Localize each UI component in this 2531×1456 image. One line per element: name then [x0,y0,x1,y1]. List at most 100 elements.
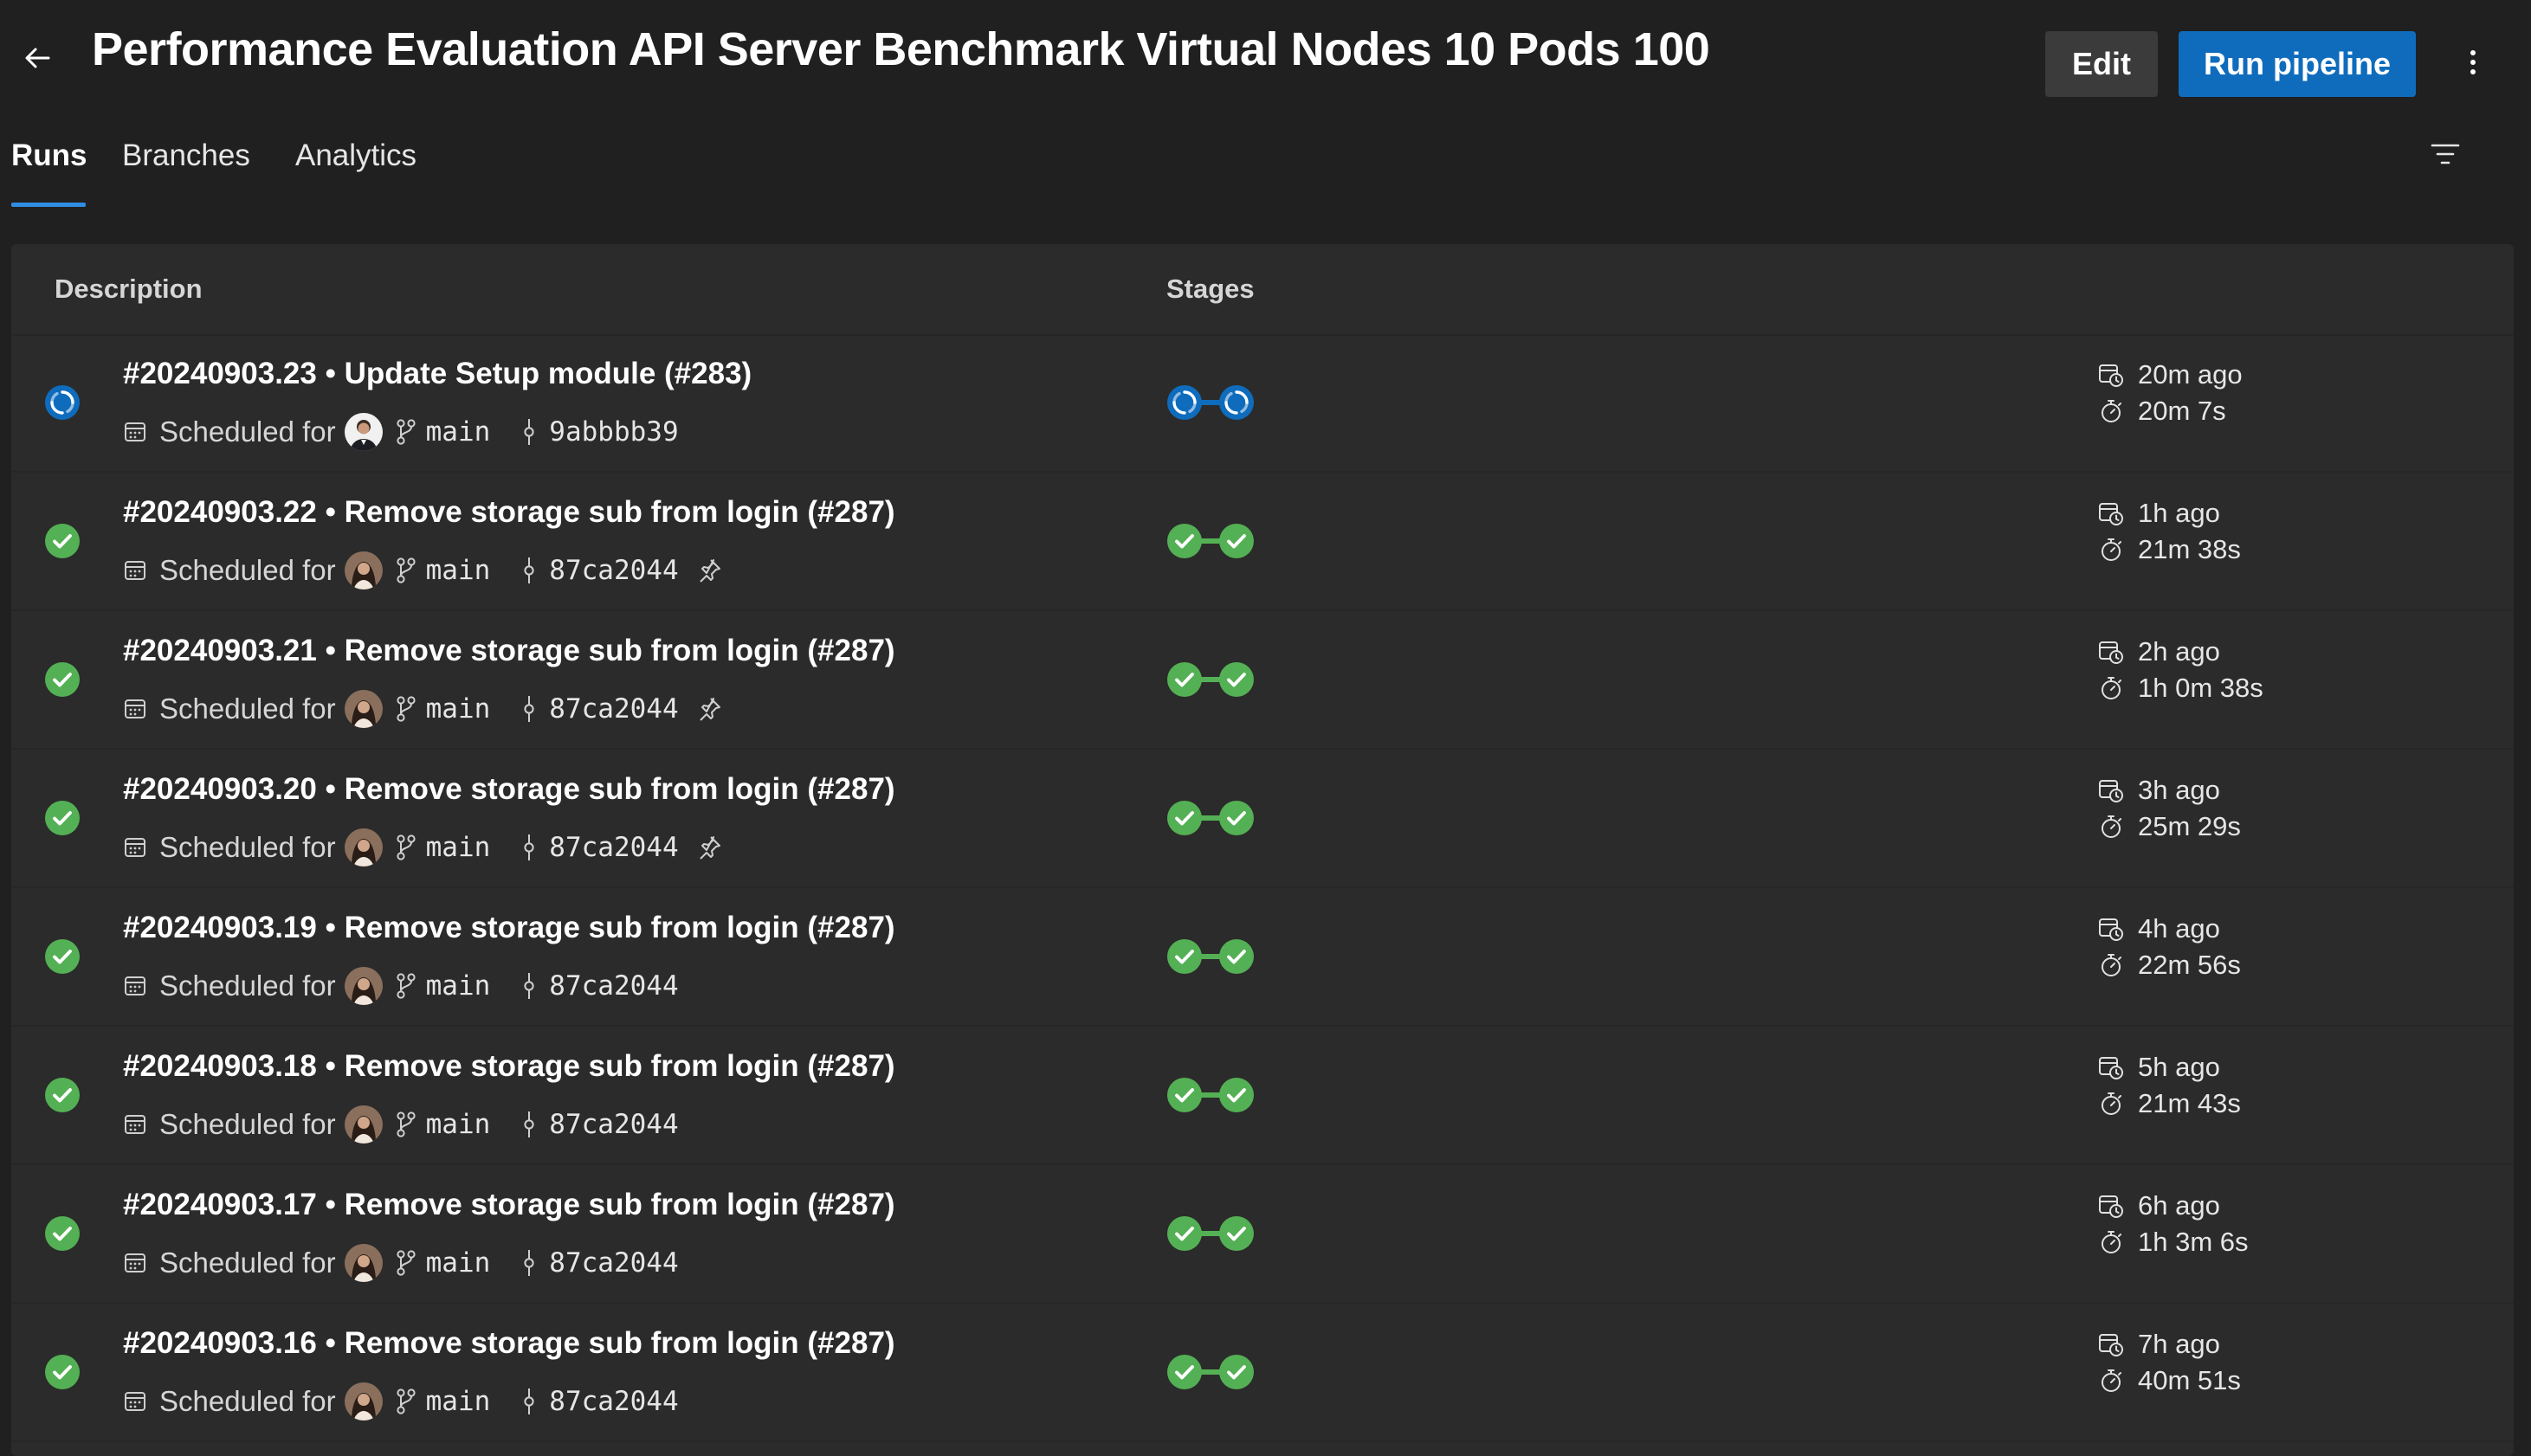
run-times: 5h ago 21m 43s [2098,1049,2241,1122]
run-duration: 21m 43s [2138,1088,2241,1118]
table-row[interactable]: #20240903.21 • Remove storage sub from l… [11,611,2514,750]
tab-runs[interactable]: Runs [11,139,87,173]
commit-hash[interactable]: 87ca2044 [549,1247,678,1279]
avatar [344,413,383,451]
commit-hash[interactable]: 9abbbb39 [549,416,678,448]
commit-hash[interactable]: 87ca2044 [549,1386,678,1417]
stopwatch-icon [2098,1091,2129,1117]
branch-name[interactable]: main [426,1109,491,1140]
branch-name[interactable]: main [426,1386,491,1417]
run-title[interactable]: #20240903.16 • Remove storage sub from l… [123,1326,895,1361]
stage-status-icon[interactable] [1218,800,1255,836]
filter-button[interactable] [2426,137,2464,175]
run-pipeline-button[interactable]: Run pipeline [2179,31,2416,97]
title-separator: • [325,1326,336,1360]
run-duration: 40m 51s [2138,1365,2241,1395]
run-title[interactable]: #20240903.23 • Update Setup module (#283… [123,357,752,391]
branch-name[interactable]: main [426,555,491,586]
run-duration: 22m 56s [2138,950,2241,980]
run-title[interactable]: #20240903.18 • Remove storage sub from l… [123,1049,895,1084]
run-duration: 20m 7s [2138,396,2226,426]
branch-name[interactable]: main [426,970,491,1002]
stage-status-icon[interactable] [1166,523,1203,559]
run-title[interactable]: #20240903.17 • Remove storage sub from l… [123,1188,895,1222]
run-message: Remove storage sub from login (#287) [344,495,895,529]
run-title[interactable]: #20240903.22 • Remove storage sub from l… [123,495,895,530]
table-row[interactable]: #20240903.23 • Update Setup module (#283… [11,334,2514,473]
running-status-icon [44,384,81,421]
calendar-icon [123,974,147,998]
commit-hash[interactable]: 87ca2044 [549,970,678,1002]
table-row[interactable]: #20240903.18 • Remove storage sub from l… [11,1027,2514,1165]
table-row[interactable]: #20240903.16 • Remove storage sub from l… [11,1304,2514,1442]
stage-connector [1201,677,1220,682]
run-duration: 1h 0m 38s [2138,673,2263,703]
pin-icon [696,557,722,583]
stages-indicator [1166,938,1255,975]
succeeded-status-icon [44,661,81,698]
commit-hash[interactable]: 87ca2044 [549,693,678,725]
branch-icon [395,418,417,446]
stage-status-icon[interactable] [1218,1354,1255,1390]
run-meta: Scheduled for main 87ca2044 [123,966,679,1006]
stage-status-icon[interactable] [1166,800,1203,836]
run-times: 1h ago 21m 38s [2098,495,2241,568]
edit-button[interactable]: Edit [2045,31,2158,97]
stage-status-icon[interactable] [1166,1077,1203,1113]
stage-status-icon[interactable] [1218,661,1255,698]
run-message: Remove storage sub from login (#287) [344,911,895,944]
succeeded-status-icon [44,523,81,559]
run-message: Remove storage sub from login (#287) [344,772,895,806]
run-age: 3h ago [2138,775,2220,805]
run-title[interactable]: #20240903.20 • Remove storage sub from l… [123,772,895,807]
branch-name[interactable]: main [426,832,491,863]
stage-connector [1201,1092,1220,1098]
run-title[interactable]: #20240903.21 • Remove storage sub from l… [123,634,895,668]
run-times: 6h ago 1h 3m 6s [2098,1188,2249,1260]
branch-icon [395,1249,417,1277]
stage-status-icon[interactable] [1218,523,1255,559]
stage-connector [1201,815,1220,821]
commit-hash[interactable]: 87ca2044 [549,1109,678,1140]
table-row[interactable]: #20240903.19 • Remove storage sub from l… [11,888,2514,1027]
commit-icon [521,833,537,862]
commit-hash[interactable]: 87ca2044 [549,832,678,863]
branch-name[interactable]: main [426,693,491,725]
branch-name[interactable]: main [426,416,491,448]
tab-bar: Runs Branches Analytics [0,130,2531,209]
commit-icon [521,1387,537,1416]
calendar-icon [123,558,147,583]
trigger-text: Scheduled for [159,554,336,586]
pin-icon [696,834,722,860]
run-number: #20240903.22 [123,495,317,529]
stopwatch-icon [2098,675,2129,701]
trigger-text: Scheduled for [159,1247,336,1279]
run-times: 3h ago 25m 29s [2098,772,2241,845]
stage-status-icon[interactable] [1218,1215,1255,1252]
run-meta: Scheduled for main 87ca2044 [123,689,722,729]
back-button[interactable] [17,40,57,80]
page-title: Performance Evaluation API Server Benchm… [92,23,1710,75]
tab-analytics[interactable]: Analytics [295,139,416,173]
stage-status-icon[interactable] [1218,1077,1255,1113]
run-title[interactable]: #20240903.19 • Remove storage sub from l… [123,911,895,945]
stage-status-icon[interactable] [1166,661,1203,698]
succeeded-status-icon [44,1215,81,1252]
table-row[interactable]: #20240903.20 • Remove storage sub from l… [11,750,2514,888]
stage-status-icon[interactable] [1166,938,1203,975]
stage-status-icon[interactable] [1218,384,1255,421]
stage-status-icon[interactable] [1166,1354,1203,1390]
table-row[interactable]: #20240903.22 • Remove storage sub from l… [11,473,2514,611]
branch-name[interactable]: main [426,1247,491,1279]
tab-branches[interactable]: Branches [122,139,250,173]
stage-status-icon[interactable] [1166,1215,1203,1252]
run-age: 7h ago [2138,1329,2220,1359]
run-number: #20240903.21 [123,634,317,667]
trigger-text: Scheduled for [159,1108,336,1140]
stage-status-icon[interactable] [1166,384,1203,421]
table-row[interactable]: #20240903.17 • Remove storage sub from l… [11,1165,2514,1304]
stage-status-icon[interactable] [1218,938,1255,975]
commit-hash[interactable]: 87ca2044 [549,555,678,586]
more-options-button[interactable] [2456,43,2490,85]
stopwatch-icon [2098,398,2129,424]
